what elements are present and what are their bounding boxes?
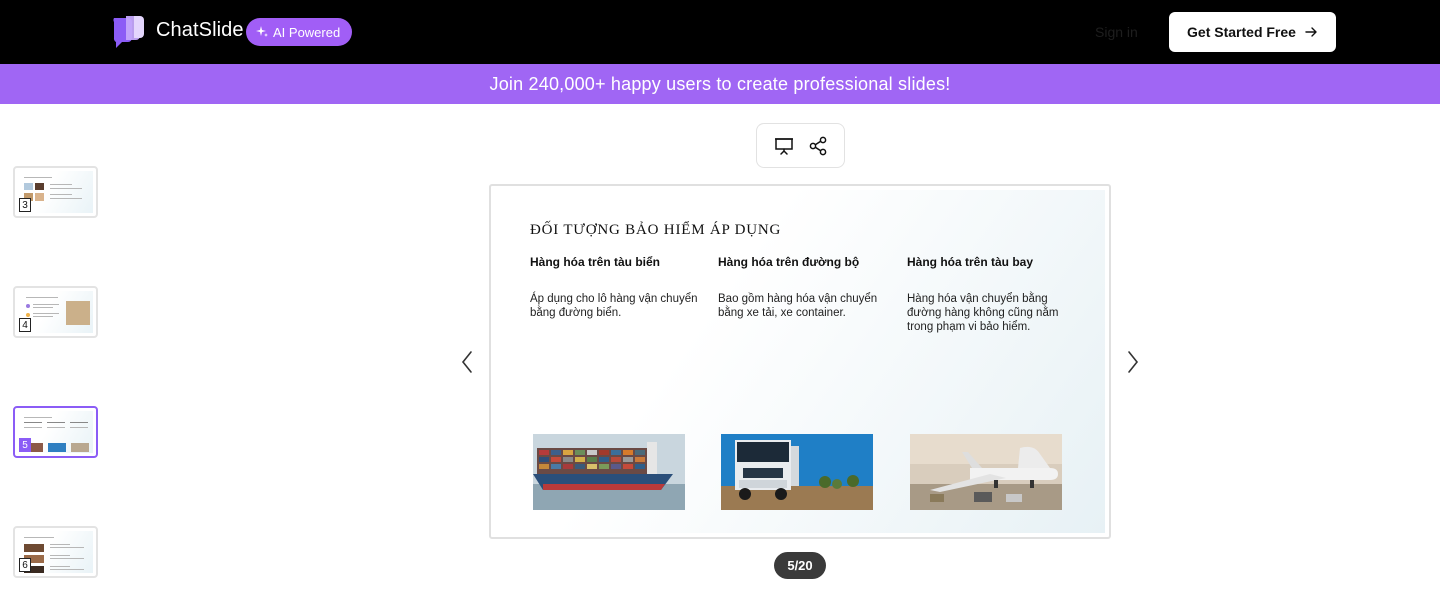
get-started-label: Get Started Free — [1187, 24, 1296, 40]
brand-name[interactable]: ChatSlide — [156, 19, 244, 42]
slide-thumbnail-3[interactable]: 3 — [13, 166, 98, 218]
share-icon — [809, 136, 826, 155]
next-slide-button[interactable] — [1125, 348, 1141, 376]
column-heading-air: Hàng hóa trên tàu bay — [907, 255, 1034, 269]
truck-image — [721, 434, 873, 510]
cargo-plane-image — [910, 434, 1062, 510]
slide-counter: 5/20 — [774, 552, 826, 579]
slide-title: ĐỐI TƯỢNG BẢO HIỂM ÁP DỤNG — [530, 222, 782, 238]
top-navbar: ChatSlide AI Powered Sign in Get Started… — [0, 0, 1440, 64]
arrow-right-icon — [1305, 27, 1317, 37]
slide-viewer: ĐỐI TƯỢNG BẢO HIỂM ÁP DỤNG Hàng hóa trên… — [489, 184, 1111, 539]
presentation-icon — [774, 137, 793, 155]
column-body-sea: Áp dụng cho lô hàng vận chuyển bằng đườn… — [530, 293, 698, 319]
chatslide-logo-icon[interactable] — [112, 15, 146, 49]
share-button[interactable] — [808, 136, 828, 156]
slide-thumbnail-5[interactable]: 5 — [13, 406, 98, 458]
previous-slide-button[interactable] — [459, 348, 475, 376]
get-started-button[interactable]: Get Started Free — [1169, 12, 1336, 52]
present-button[interactable] — [774, 136, 794, 156]
column-heading-road: Hàng hóa trên đường bộ — [718, 255, 860, 269]
chevron-left-icon — [461, 351, 472, 373]
column-heading-sea: Hàng hóa trên tàu biển — [530, 255, 661, 269]
container-ship-image — [533, 434, 685, 510]
slide-canvas: ĐỐI TƯỢNG BẢO HIỂM ÁP DỤNG Hàng hóa trên… — [495, 190, 1105, 533]
column-body-road: Bao gồm hàng hóa vận chuyển bằng xe tải,… — [718, 293, 878, 319]
thumbnail-number: 5 — [19, 438, 31, 452]
thumbnail-number: 4 — [19, 318, 31, 332]
thumbnail-number: 3 — [19, 198, 31, 212]
sparkle-icon — [256, 26, 268, 37]
sign-in-link[interactable]: Sign in — [1095, 24, 1138, 40]
promo-banner: Join 240,000+ happy users to create prof… — [0, 64, 1440, 104]
ai-badge-label: AI Powered — [273, 24, 341, 40]
ai-powered-badge: AI Powered — [246, 18, 353, 46]
thumbnail-number: 6 — [19, 558, 31, 572]
slide-toolbar — [756, 123, 845, 168]
slide-thumbnail-4[interactable]: 4 — [13, 286, 98, 338]
slide-thumbnail-6[interactable]: 6 — [13, 526, 98, 578]
column-body-air: Hàng hóa vận chuyển bằng đường hàng khôn… — [907, 293, 1059, 333]
chevron-right-icon — [1128, 351, 1139, 373]
